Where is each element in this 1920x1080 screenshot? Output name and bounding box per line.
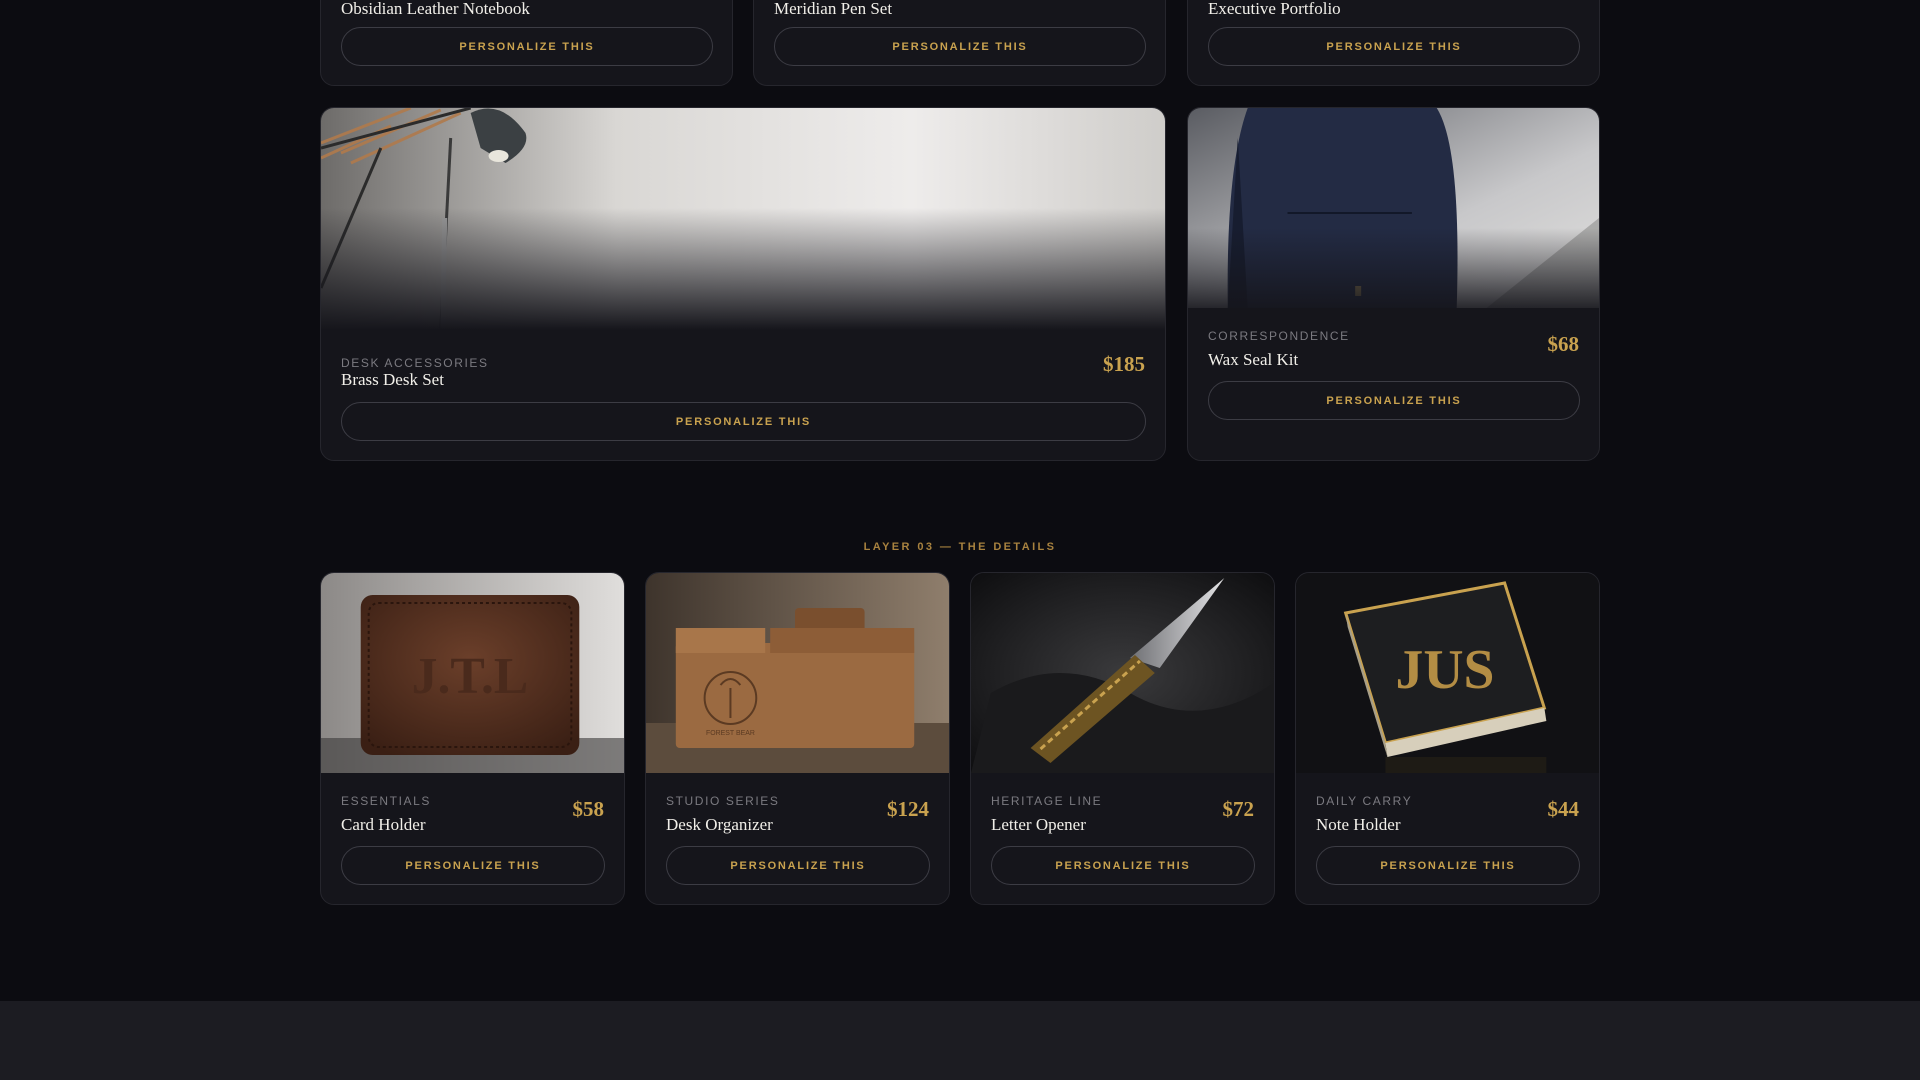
svg-text:JUS: JUS bbox=[1396, 639, 1495, 701]
personalize-button[interactable]: PERSONALIZE THIS bbox=[774, 27, 1146, 66]
svg-text:J.T.L: J.T.L bbox=[412, 648, 529, 705]
product-price: $72 bbox=[1222, 797, 1255, 821]
product-title: Brass Desk Set bbox=[341, 370, 444, 389]
product-title: Card Holder bbox=[341, 815, 426, 834]
product-card-wax-seal-kit: CORRESPONDENCE Wax Seal Kit $68 PERSONAL… bbox=[1187, 107, 1600, 461]
product-title: Note Holder bbox=[1316, 815, 1401, 834]
personalize-button[interactable]: PERSONALIZE THIS bbox=[991, 846, 1255, 885]
product-card-card-holder: J.T.L ESSENTIALS Card Holder $58 PERSONA… bbox=[320, 572, 625, 905]
product-card-note-holder: JUS DAILY CARRY Note Holder $44 PERSONAL… bbox=[1295, 572, 1600, 905]
personalize-button[interactable]: PERSONALIZE THIS bbox=[341, 846, 605, 885]
personalize-button[interactable]: PERSONALIZE THIS bbox=[1208, 27, 1580, 66]
product-title: Obsidian Leather Notebook bbox=[341, 0, 530, 18]
leather-card-holder-photo: J.T.L bbox=[321, 573, 624, 773]
backpack-photo bbox=[1188, 108, 1599, 308]
product-price: $58 bbox=[572, 797, 605, 821]
monogram-box-photo: JUS bbox=[1296, 573, 1599, 773]
product-price: $185 bbox=[1103, 352, 1145, 376]
product-price: $124 bbox=[887, 797, 929, 821]
product-title: Desk Organizer bbox=[666, 815, 773, 834]
section-label: LAYER 03 — THE DETAILS bbox=[863, 541, 1057, 553]
product-category: DAILY CARRY bbox=[1316, 794, 1413, 808]
personalize-button[interactable]: PERSONALIZE THIS bbox=[341, 402, 1146, 441]
product-category: DESK ACCESSORIES bbox=[341, 356, 489, 370]
product-card-portfolio: Executive Portfolio PERSONALIZE THIS bbox=[1187, 0, 1600, 86]
product-price: $44 bbox=[1547, 797, 1580, 821]
product-title: Letter Opener bbox=[991, 815, 1086, 834]
personalize-button[interactable]: PERSONALIZE THIS bbox=[1208, 381, 1580, 420]
personalize-button[interactable]: PERSONALIZE THIS bbox=[666, 846, 930, 885]
product-card-notebook: Obsidian Leather Notebook PERSONALIZE TH… bbox=[320, 0, 733, 86]
product-category: ESSENTIALS bbox=[341, 794, 432, 808]
product-price: $68 bbox=[1547, 332, 1580, 356]
wooden-organizer-photo: FOREST BEAR bbox=[646, 573, 949, 773]
svg-text:FOREST BEAR: FOREST BEAR bbox=[706, 730, 755, 737]
product-card-brass-desk-set: DESK ACCESSORIES Brass Desk Set $185 PER… bbox=[320, 107, 1166, 461]
footer bbox=[0, 1001, 1920, 1080]
product-category: CORRESPONDENCE bbox=[1208, 329, 1350, 343]
product-title: Executive Portfolio bbox=[1208, 0, 1341, 18]
product-title: Meridian Pen Set bbox=[774, 0, 893, 18]
desk-lamp-photo bbox=[321, 108, 1165, 330]
product-card-pen-set: Meridian Pen Set PERSONALIZE THIS bbox=[753, 0, 1166, 86]
product-category: HERITAGE LINE bbox=[991, 794, 1103, 808]
letter-opener-photo bbox=[971, 573, 1274, 773]
personalize-button[interactable]: PERSONALIZE THIS bbox=[341, 27, 713, 66]
product-category: STUDIO SERIES bbox=[666, 794, 780, 808]
product-card-desk-organizer: FOREST BEAR STUDIO SERIES Desk Organizer… bbox=[645, 572, 950, 905]
personalize-button[interactable]: PERSONALIZE THIS bbox=[1316, 846, 1580, 885]
product-title: Wax Seal Kit bbox=[1208, 350, 1299, 369]
product-card-letter-opener: HERITAGE LINE Letter Opener $72 PERSONAL… bbox=[970, 572, 1275, 905]
